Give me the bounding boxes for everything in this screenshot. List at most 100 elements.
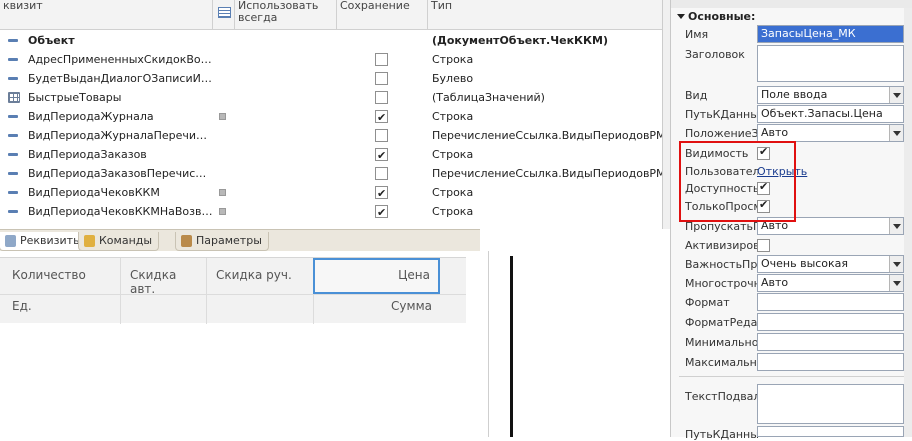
tab-parameters-label: Параметры bbox=[196, 234, 262, 247]
grid-header-unit[interactable]: Ед. bbox=[12, 299, 32, 313]
prop-edit-format-field[interactable] bbox=[757, 313, 904, 331]
save-checkbox[interactable] bbox=[375, 72, 388, 85]
prop-activate-checkbox[interactable] bbox=[757, 239, 770, 252]
table-row[interactable]: ВидПериодаЗаказовПеречисление Перечислени… bbox=[0, 164, 662, 183]
attribute-name: ВидПериодаЧековККМНаВозврат bbox=[28, 205, 213, 218]
chevron-down-icon[interactable] bbox=[889, 125, 903, 141]
tab-commands[interactable]: Команды bbox=[78, 232, 160, 251]
save-checkbox[interactable] bbox=[375, 203, 388, 222]
collapse-triangle-icon bbox=[677, 14, 685, 19]
table-row[interactable]: ВидПериодаЖурнала Строка bbox=[0, 107, 662, 127]
column-header-save[interactable]: Сохранение bbox=[336, 0, 427, 30]
form-boundary-line bbox=[510, 256, 513, 437]
table-row[interactable]: АдресПримененныхСкидокВоВре... Строка bbox=[0, 50, 662, 69]
table-row[interactable]: Объект (ДокументОбъект.ЧекККМ) bbox=[0, 31, 662, 50]
grid-header-price-cell[interactable]: Цена bbox=[313, 258, 440, 294]
save-checkbox[interactable] bbox=[375, 146, 388, 165]
properties-toolbar bbox=[671, 0, 912, 8]
column-header-use-always[interactable]: Использовать всегда bbox=[234, 0, 336, 30]
properties-scrollbar[interactable] bbox=[904, 8, 912, 437]
prop-title-label: Заголовок bbox=[685, 48, 745, 61]
attribute-name: АдресПримененныхСкидокВоВре... bbox=[28, 53, 213, 66]
prop-data-path-field[interactable]: Объект.Запасы.Цена bbox=[757, 105, 904, 123]
attribute-icon bbox=[8, 39, 18, 42]
column-header-name[interactable]: квизит bbox=[0, 0, 46, 30]
use-always-marker-icon[interactable] bbox=[219, 189, 226, 196]
prop-importance-select[interactable]: Очень высокая bbox=[757, 255, 904, 273]
save-checkbox[interactable] bbox=[375, 53, 388, 66]
section-divider bbox=[679, 376, 905, 377]
attribute-name: ВидПериодаЗаказов bbox=[28, 148, 147, 161]
grid-header-price: Цена bbox=[398, 268, 430, 282]
grid-divider bbox=[0, 294, 466, 295]
prop-max-label: МаксимальноеЗначение bbox=[685, 356, 758, 369]
grid-divider bbox=[120, 258, 121, 324]
table-row[interactable]: ВидПериодаЖурналаПеречислен... Перечислен… bbox=[0, 126, 662, 145]
chevron-down-icon[interactable] bbox=[889, 275, 903, 291]
prop-max-field[interactable] bbox=[757, 353, 904, 371]
table-row[interactable]: ВидПериодаЧековККМНаВозврат Строка bbox=[0, 202, 662, 222]
prop-min-field[interactable] bbox=[757, 333, 904, 351]
prop-name-field[interactable]: ЗапасыЦена_МК bbox=[757, 25, 904, 43]
chevron-down-icon[interactable] bbox=[889, 218, 903, 234]
chevron-down-icon[interactable] bbox=[889, 87, 903, 103]
prop-multiline-select[interactable]: Авто bbox=[757, 274, 904, 292]
save-checkbox[interactable] bbox=[375, 91, 388, 104]
prop-min-label: МинимальноеЗначение bbox=[685, 336, 758, 349]
save-checkbox[interactable] bbox=[375, 108, 388, 127]
save-checkbox[interactable] bbox=[375, 167, 388, 180]
attribute-icon bbox=[8, 115, 18, 118]
prop-title-field[interactable] bbox=[757, 45, 904, 82]
prop-name-label: Имя bbox=[685, 28, 709, 41]
attribute-type: (ТаблицаЗначений) bbox=[432, 91, 545, 104]
prop-footer-path-field[interactable] bbox=[757, 426, 904, 437]
tab-parameters[interactable]: Параметры bbox=[175, 232, 269, 251]
bottom-tab-bar: Реквизиты Команды Параметры bbox=[0, 229, 480, 251]
prop-title-position-select[interactable]: Авто bbox=[757, 124, 904, 142]
prop-footer-text-field[interactable] bbox=[757, 384, 904, 424]
attributes-table-header: квизит Использовать всегда Сохранение Ти… bbox=[0, 0, 662, 30]
prop-importance-value: Очень высокая bbox=[761, 257, 849, 270]
save-checkbox[interactable] bbox=[375, 129, 388, 142]
save-checkbox[interactable] bbox=[375, 184, 388, 203]
use-always-marker-icon[interactable] bbox=[219, 113, 226, 120]
table-row[interactable]: ВидПериодаЧековККМ Строка bbox=[0, 183, 662, 203]
grid-header-discount-manual[interactable]: Скидка руч. bbox=[216, 268, 292, 282]
attribute-name: Объект bbox=[28, 34, 75, 47]
prop-format-field[interactable] bbox=[757, 293, 904, 311]
column-header-type[interactable]: Тип bbox=[427, 0, 662, 30]
prop-footer-text-label: ТекстПодвала bbox=[685, 390, 758, 403]
grid-header-sum[interactable]: Сумма bbox=[391, 299, 432, 313]
attribute-icon bbox=[8, 134, 18, 137]
prop-edit-format-label: ФорматРедактирования bbox=[685, 316, 758, 329]
tab-commands-label: Команды bbox=[99, 234, 153, 247]
column-header-view-icon[interactable] bbox=[212, 0, 234, 30]
grid-header-discount-auto[interactable]: Скидка авт. bbox=[130, 268, 190, 296]
prop-kind-select[interactable]: Поле ввода bbox=[757, 86, 904, 104]
attribute-type: (ДокументОбъект.ЧекККМ) bbox=[432, 34, 608, 47]
goods-grid-preview[interactable]: Количество Ед. Скидка авт. Скидка руч. Ц… bbox=[0, 257, 466, 324]
chevron-down-icon[interactable] bbox=[889, 256, 903, 272]
section-main-title[interactable]: Основные: bbox=[677, 10, 755, 23]
commands-icon bbox=[84, 235, 95, 247]
table-row[interactable]: БудетВыданДиалогОЗаписиИзм... Булево bbox=[0, 69, 662, 88]
attribute-name: ВидПериодаЧековККМ bbox=[28, 186, 160, 199]
attribute-name: БудетВыданДиалогОЗаписиИзм... bbox=[28, 72, 213, 85]
table-row[interactable]: ВидПериодаЗаказов Строка bbox=[0, 145, 662, 165]
table-row[interactable]: БыстрыеТовары (ТаблицаЗначений) bbox=[0, 88, 662, 107]
attribute-icon bbox=[8, 172, 18, 175]
attribute-icon bbox=[8, 58, 18, 61]
highlight-box bbox=[679, 141, 796, 222]
table-attribute-icon bbox=[8, 92, 20, 103]
prop-activate-label: АктивизироватьПоУмолчанию bbox=[685, 239, 758, 252]
section-main-label: Основные: bbox=[688, 10, 756, 23]
attribute-type: ПеречислениеСсылка.ВидыПериодовРМК bbox=[432, 129, 662, 142]
attribute-type: Строка bbox=[432, 110, 474, 123]
use-always-marker-icon[interactable] bbox=[219, 208, 226, 215]
tab-attributes[interactable]: Реквизиты bbox=[0, 232, 89, 251]
attributes-scrollbar[interactable] bbox=[662, 0, 670, 229]
grid-header-quantity[interactable]: Количество bbox=[12, 268, 86, 282]
attribute-name: ВидПериодаЖурнала bbox=[28, 110, 154, 123]
attribute-type: Строка bbox=[432, 148, 474, 161]
attribute-name: ВидПериодаЗаказовПеречисление bbox=[28, 167, 213, 180]
